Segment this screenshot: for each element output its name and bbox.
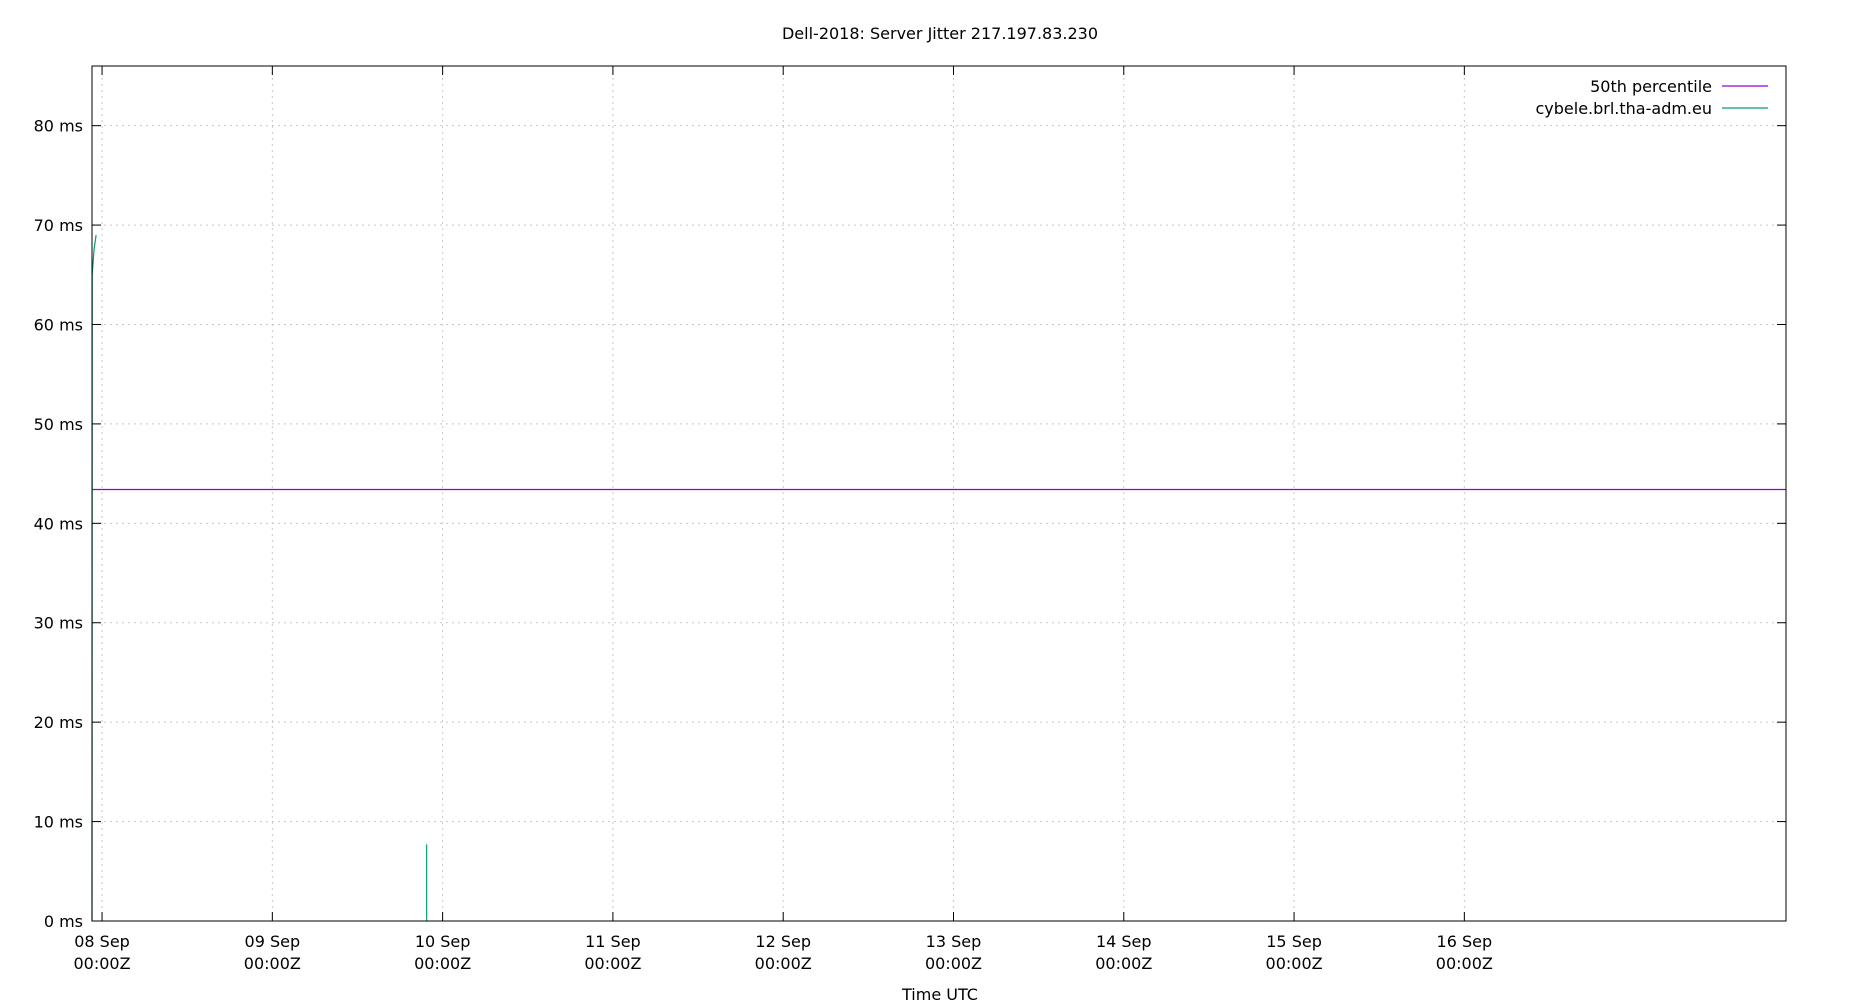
y-tick-label: 40 ms	[34, 514, 83, 533]
x-tick-label: 09 Sep 00:00Z	[244, 932, 301, 973]
x-tick-label: 12 Sep 00:00Z	[755, 932, 812, 973]
y-tick-label: 80 ms	[34, 117, 83, 136]
x-tick-date: 09 Sep	[245, 932, 301, 951]
x-tick-label: 11 Sep 00:00Z	[584, 932, 641, 973]
x-tick-label: 15 Sep 00:00Z	[1266, 932, 1323, 973]
y-tick-label: 30 ms	[34, 614, 83, 633]
x-tick-time: 00:00Z	[244, 954, 301, 973]
plot-frame	[91, 65, 1787, 922]
x-tick-label: 10 Sep 00:00Z	[414, 932, 471, 973]
x-tick-time: 00:00Z	[74, 954, 131, 973]
x-tick-date: 08 Sep	[74, 932, 130, 951]
x-tick-label: 16 Sep 00:00Z	[1436, 932, 1493, 973]
x-tick-time: 00:00Z	[1436, 954, 1493, 973]
x-tick-date: 16 Sep	[1437, 932, 1493, 951]
y-tick-label: 10 ms	[34, 813, 83, 832]
y-tick-label: 70 ms	[34, 216, 83, 235]
y-axis-tick-labels: 0 ms 10 ms 20 ms 30 ms 40 ms 50 ms 60 ms 70 ms 8…	[34, 117, 83, 931]
y-tick-label: 20 ms	[34, 713, 83, 732]
x-tick-time: 00:00Z	[414, 954, 471, 973]
x-axis-tick-labels: 08 Sep 00:00Z09 Sep 00:00Z10 Sep 00:00Z11 S…	[74, 932, 1493, 973]
y-tick-label: 0 ms	[44, 912, 83, 931]
x-tick-label: 08 Sep 00:00Z	[74, 932, 131, 973]
plot-series	[91, 234, 1786, 922]
legend-label: cybele.brl.tha-adm.eu	[1535, 99, 1712, 118]
x-tick-date: 10 Sep	[415, 932, 471, 951]
x-tick-label: 13 Sep 00:00Z	[925, 932, 982, 973]
axis-ticks	[92, 66, 1786, 922]
x-tick-time: 00:00Z	[1266, 954, 1323, 973]
y-tick-label: 50 ms	[34, 415, 83, 434]
x-axis-title: Time UTC	[901, 985, 978, 1000]
x-tick-date: 15 Sep	[1266, 932, 1322, 951]
grid	[92, 66, 1786, 921]
chart-title: Dell-2018: Server Jitter 217.197.83.230	[782, 24, 1098, 43]
x-tick-date: 12 Sep	[755, 932, 811, 951]
legend: 50th percentile cybele.brl.tha-adm.eu	[1535, 77, 1768, 118]
x-tick-time: 00:00Z	[755, 954, 812, 973]
series-line-2	[91, 234, 97, 922]
x-tick-time: 00:00Z	[1095, 954, 1152, 973]
x-tick-label: 14 Sep 00:00Z	[1095, 932, 1152, 973]
x-tick-time: 00:00Z	[584, 954, 641, 973]
y-tick-label: 60 ms	[34, 315, 83, 334]
jitter-chart: Dell-2018: Server Jitter 217.197.83.230 …	[34, 24, 1787, 1000]
x-tick-date: 14 Sep	[1096, 932, 1152, 951]
x-tick-time: 00:00Z	[925, 954, 982, 973]
legend-label: 50th percentile	[1590, 77, 1712, 96]
x-tick-date: 11 Sep	[585, 932, 641, 951]
x-tick-date: 13 Sep	[926, 932, 982, 951]
